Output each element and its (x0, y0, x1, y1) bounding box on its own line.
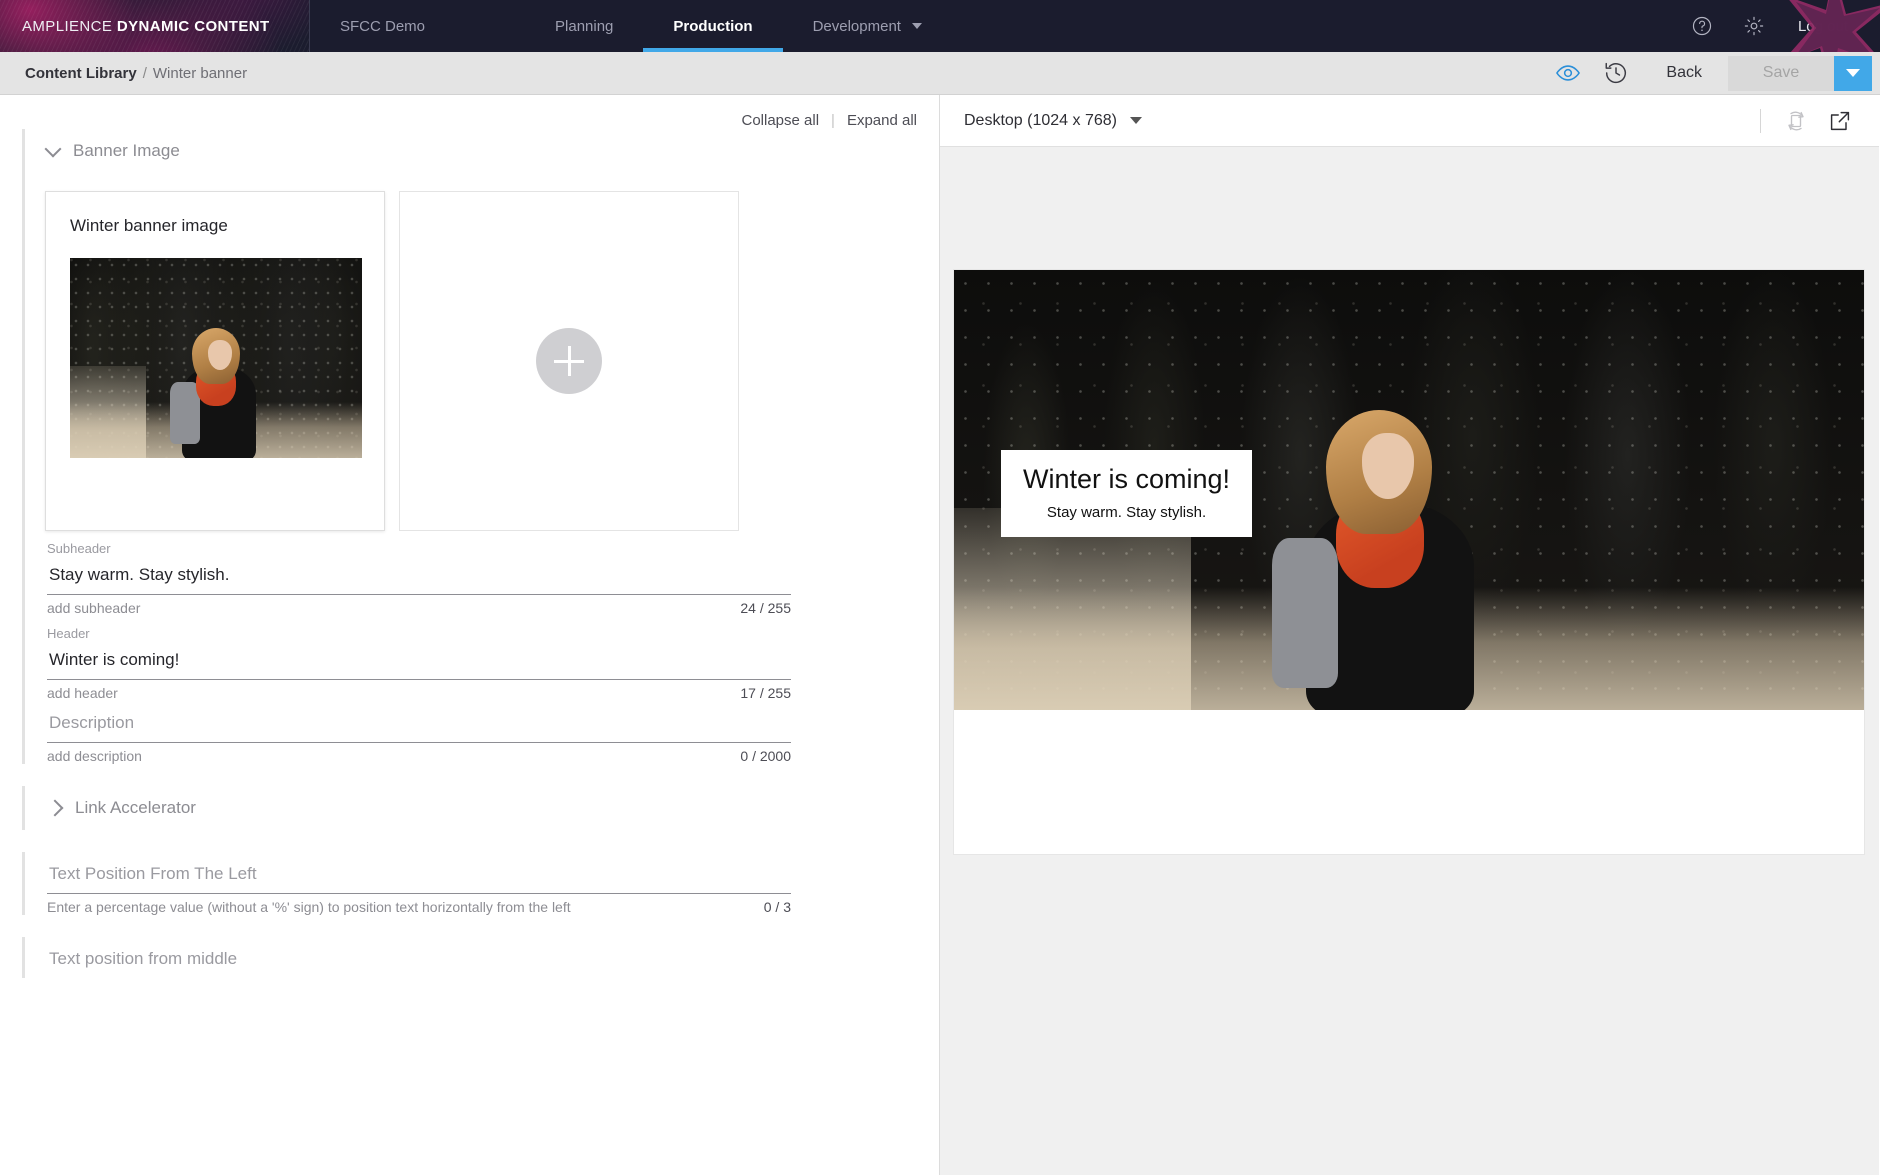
nav-item-production-label: Production (673, 17, 753, 35)
help-circle-icon[interactable] (1676, 0, 1728, 52)
preview-toolbar-actions (1760, 100, 1879, 142)
brand-title: AMPLIENCE DYNAMIC CONTENT (22, 18, 270, 35)
back-button[interactable]: Back (1640, 52, 1728, 95)
field-text-position-left-counter: 0 / 3 (763, 899, 791, 915)
breadcrumb-content-library[interactable]: Content Library (25, 65, 137, 82)
section-banner-image-title: Banner Image (73, 141, 180, 160)
field-header-footer: add header 17 / 255 (47, 680, 791, 701)
nav-items: SFCC Demo Planning Production Developmen… (310, 0, 1676, 52)
nav-item-planning[interactable]: Planning (525, 0, 643, 52)
field-section-text-position-left: Text Position From The Left Enter a perc… (22, 852, 939, 915)
field-subheader-hint: add subheader (47, 600, 141, 616)
field-section-description: Description add description 0 / 2000 (22, 701, 939, 764)
nav-item-development[interactable]: Development (783, 0, 952, 52)
top-navigation-bar: AMPLIENCE DYNAMIC CONTENT SFCC Demo Plan… (0, 0, 1880, 52)
controls-divider: | (831, 112, 835, 129)
nav-tenant-sfcc-demo[interactable]: SFCC Demo (310, 0, 525, 52)
chevron-down-icon (44, 140, 62, 158)
field-subheader-input[interactable]: Stay warm. Stay stylish. (47, 556, 791, 595)
field-description-counter: 0 / 2000 (740, 748, 791, 764)
eye-icon[interactable] (1544, 52, 1592, 95)
chevron-right-icon (46, 799, 64, 817)
workspace: Collapse all | Expand all Banner Image W… (0, 95, 1880, 1175)
field-header-hint: add header (47, 685, 118, 701)
nav-right-actions: Log out (1676, 0, 1880, 52)
section-link-accelerator-header[interactable]: Link Accelerator (25, 786, 939, 830)
brand-title-light: AMPLIENCE (22, 17, 117, 35)
field-subheader-counter: 24 / 255 (740, 600, 791, 616)
save-button-label: Save (1762, 64, 1800, 81)
field-header-counter: 17 / 255 (740, 685, 791, 701)
save-button[interactable]: Save (1728, 55, 1834, 91)
nav-tenant-label: SFCC Demo (340, 17, 426, 35)
gear-icon[interactable] (1728, 0, 1780, 52)
chevron-down-icon (1129, 117, 1142, 124)
logout-button[interactable]: Log out (1780, 0, 1870, 52)
field-section-subheader: Subheader Stay warm. Stay stylish. add s… (22, 531, 939, 616)
field-text-position-left-footer: Enter a percentage value (without a '%' … (47, 894, 791, 915)
plus-icon (536, 328, 602, 394)
field-description-input[interactable]: Description (47, 701, 791, 743)
form-expand-controls: Collapse all | Expand all (0, 95, 939, 129)
breadcrumb: Content Library / Winter banner (25, 65, 247, 82)
add-media-card-button[interactable] (399, 191, 739, 531)
breadcrumb-toolbar: Content Library / Winter banner Back Sav… (0, 52, 1880, 95)
preview-canvas: Winter is coming! Stay warm. Stay stylis… (940, 148, 1879, 1175)
hero-text-overlay: Winter is coming! Stay warm. Stay stylis… (1001, 450, 1253, 538)
field-header-label: Header (47, 626, 90, 641)
collapse-all-link[interactable]: Collapse all (741, 112, 819, 129)
field-description: Description add description 0 / 2000 (25, 701, 939, 764)
back-button-label: Back (1666, 64, 1702, 81)
brand-title-bold: DYNAMIC CONTENT (116, 17, 270, 35)
field-description-hint: add description (47, 748, 142, 764)
field-text-position-left-input[interactable]: Text Position From The Left (47, 852, 791, 894)
field-section-text-position-middle: Text position from middle (22, 937, 939, 978)
device-size-select[interactable]: Desktop (1024 x 768) (964, 112, 1142, 130)
field-text-position-left-hint: Enter a percentage value (without a '%' … (47, 899, 571, 915)
preview-hero-banner[interactable]: Winter is coming! Stay warm. Stay stylis… (954, 270, 1864, 710)
toolbar-actions: Back Save (1544, 52, 1880, 95)
field-subheader-label: Subheader (47, 541, 111, 556)
chevron-down-icon (1846, 69, 1860, 77)
logout-label: Log out (1797, 17, 1848, 35)
history-clock-icon[interactable] (1592, 52, 1640, 95)
device-size-label: Desktop (1024 x 768) (964, 111, 1117, 129)
preview-pane: Desktop (1024 x 768) Winter is coming! S… (940, 95, 1879, 1175)
field-text-position-middle-input[interactable]: Text position from middle (47, 937, 791, 978)
save-dropdown-button[interactable] (1834, 55, 1872, 91)
section-link-accelerator-title: Link Accelerator (75, 798, 196, 817)
field-subheader-footer: add subheader 24 / 255 (47, 595, 791, 616)
chevron-down-icon (911, 23, 922, 29)
content-form-pane: Collapse all | Expand all Banner Image W… (0, 95, 940, 1175)
brand-logo[interactable]: AMPLIENCE DYNAMIC CONTENT (0, 0, 310, 52)
preview-document: Winter is coming! Stay warm. Stay stylis… (954, 270, 1864, 854)
section-banner-image: Banner Image Winter banner image (22, 129, 939, 531)
media-card-title: Winter banner image (70, 216, 228, 235)
field-header-input[interactable]: Winter is coming! (47, 641, 791, 680)
toolbar-divider (1760, 108, 1761, 133)
media-card-thumbnail[interactable] (70, 258, 362, 458)
hero-subheader-text: Stay warm. Stay stylish. (1046, 504, 1207, 522)
external-link-icon[interactable] (1819, 100, 1861, 142)
media-cards-row: Winter banner image (25, 173, 939, 531)
expand-all-link[interactable]: Expand all (847, 112, 917, 129)
field-header: Header Winter is coming! add header 17 /… (25, 616, 939, 701)
field-text-position-left: Text Position From The Left Enter a perc… (25, 852, 939, 915)
media-card-winter-banner[interactable]: Winter banner image (45, 191, 385, 531)
hero-header-text: Winter is coming! (1023, 464, 1231, 494)
nav-item-planning-label: Planning (555, 17, 614, 35)
field-text-position-middle: Text position from middle (25, 937, 939, 978)
field-description-footer: add description 0 / 2000 (47, 743, 791, 764)
section-link-accelerator: Link Accelerator (22, 786, 939, 830)
breadcrumb-separator: / (142, 64, 147, 82)
winter-scene-thumb (70, 258, 362, 458)
field-subheader: Subheader Stay warm. Stay stylish. add s… (25, 531, 939, 616)
rotate-device-icon[interactable] (1775, 100, 1817, 142)
section-banner-image-header[interactable]: Banner Image (25, 129, 939, 173)
breadcrumb-current: Winter banner (152, 64, 248, 82)
nav-item-development-label: Development (812, 17, 901, 35)
preview-toolbar: Desktop (1024 x 768) (940, 95, 1879, 147)
nav-item-production[interactable]: Production (643, 0, 783, 52)
field-section-header: Header Winter is coming! add header 17 /… (22, 616, 939, 701)
